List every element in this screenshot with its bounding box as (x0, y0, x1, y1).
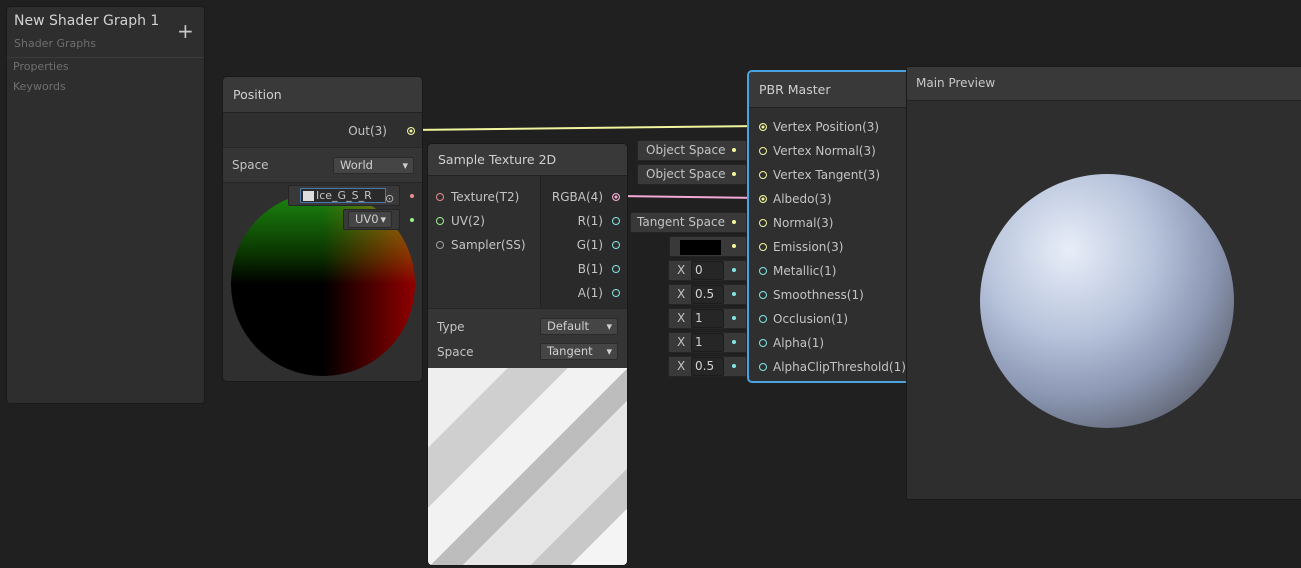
sampler-port[interactable] (436, 241, 444, 249)
normal-port[interactable] (759, 219, 767, 227)
connector-dot (732, 244, 736, 248)
x-label: X (677, 263, 686, 277)
connector-dot (732, 268, 736, 272)
wire-rgba-to-albedo (614, 195, 762, 199)
node-title: Sample Texture 2D (428, 144, 627, 176)
space-label: Space (437, 345, 474, 359)
settings-area: Type Default Space Tangent (428, 308, 627, 368)
input-label: UV(2) (451, 214, 485, 228)
smoothness-field[interactable]: 0.5 (691, 285, 724, 304)
connector-dot (732, 364, 736, 368)
input-label: AlphaClipThreshold(1) (773, 360, 906, 374)
graph-title: New Shader Graph 1 (14, 13, 160, 29)
x-label: X (677, 335, 686, 349)
output-label: RGBA(4) (551, 190, 603, 204)
connector-dot (732, 292, 736, 296)
connector-dot (732, 148, 736, 152)
main-preview-title: Main Preview (907, 67, 1301, 101)
texture-thumbnail-icon (303, 191, 314, 201)
connector-dot (732, 316, 736, 320)
texture-connector-dot (410, 194, 414, 198)
input-label: Sampler(SS) (451, 238, 526, 252)
graph-subtitle: Shader Graphs (14, 37, 96, 50)
metallic-field[interactable]: 0 (691, 261, 724, 280)
connector-dot (732, 172, 736, 176)
texture-port[interactable] (436, 193, 444, 201)
type-dropdown[interactable]: Default (540, 318, 618, 335)
blackboard-panel: New Shader Graph 1 Shader Graphs + Prope… (6, 6, 205, 404)
out-port[interactable] (407, 127, 415, 135)
input-label: Smoothness(1) (773, 288, 864, 302)
uv-connector-dot (410, 218, 414, 222)
space-dropdown[interactable]: Tangent (540, 343, 618, 360)
occlusion-field[interactable]: 1 (691, 309, 724, 328)
main-preview-panel[interactable]: Main Preview (906, 66, 1301, 500)
alpha-field[interactable]: 1 (691, 333, 724, 352)
r-port[interactable] (612, 217, 620, 225)
uv-channel-dropdown[interactable]: UV0 (348, 211, 392, 228)
texture-input-slot: Ice_G_S_R ⊙ (288, 185, 400, 206)
x-label: X (677, 287, 686, 301)
connector-dot (732, 340, 736, 344)
vertex-position-port[interactable] (759, 123, 767, 131)
smoothness-port[interactable] (759, 291, 767, 299)
albedo-port[interactable] (759, 195, 767, 203)
b-port[interactable] (612, 265, 620, 273)
preview-sphere[interactable] (980, 174, 1234, 428)
metallic-port[interactable] (759, 267, 767, 275)
input-label: Vertex Position(3) (773, 120, 880, 134)
g-port[interactable] (612, 241, 620, 249)
input-label: Vertex Tangent(3) (773, 168, 880, 182)
vertex-tangent-space-field[interactable]: Object Space (637, 164, 747, 185)
x-label: X (677, 359, 686, 373)
keywords-section[interactable]: Keywords (13, 80, 66, 93)
vertex-tangent-port[interactable] (759, 171, 767, 179)
rgba-port[interactable] (612, 193, 620, 201)
space-label: Space (232, 158, 269, 172)
properties-section[interactable]: Properties (13, 60, 69, 73)
input-label: Texture(T2) (451, 190, 520, 204)
alpha-clip-field[interactable]: 0.5 (691, 357, 724, 376)
alpha-clip-threshold-port[interactable] (759, 363, 767, 371)
output-label: R(1) (577, 214, 603, 228)
input-label: Metallic(1) (773, 264, 837, 278)
object-picker-icon[interactable]: ⊙ (385, 189, 394, 208)
space-dropdown[interactable]: World (333, 157, 414, 174)
divider (7, 57, 204, 58)
emission-color-swatch[interactable] (680, 240, 721, 255)
node-title: Position (223, 77, 422, 113)
output-label: A(1) (577, 286, 603, 300)
input-label: Vertex Normal(3) (773, 144, 876, 158)
output-label: Out(3) (348, 124, 387, 138)
input-label: Albedo(3) (773, 192, 832, 206)
connector-dot (732, 220, 736, 224)
uv-port[interactable] (436, 217, 444, 225)
pbr-master-node[interactable]: PBR Master Vertex Position(3) Vertex Nor… (747, 70, 917, 383)
add-property-button[interactable]: + (177, 19, 194, 43)
uv-input-slot: UV0 (343, 209, 400, 230)
x-label: X (677, 311, 686, 325)
normal-space-field[interactable]: Tangent Space (630, 212, 747, 233)
sample-texture-2d-node[interactable]: Sample Texture 2D Texture(T2) UV(2) Samp… (427, 143, 628, 566)
type-label: Type (437, 320, 465, 334)
alpha-port[interactable] (759, 339, 767, 347)
texture-preview (428, 368, 627, 565)
input-label: Normal(3) (773, 216, 834, 230)
input-label: Alpha(1) (773, 336, 825, 350)
output-label: G(1) (576, 238, 603, 252)
input-label: Occlusion(1) (773, 312, 849, 326)
emission-port[interactable] (759, 243, 767, 251)
wire-position-to-vertex-position (409, 125, 762, 131)
node-title: PBR Master (749, 72, 915, 108)
input-label: Emission(3) (773, 240, 844, 254)
a-port[interactable] (612, 289, 620, 297)
vertex-normal-space-field[interactable]: Object Space (637, 140, 747, 161)
occlusion-port[interactable] (759, 315, 767, 323)
output-label: B(1) (577, 262, 603, 276)
space-row: Space World (223, 147, 422, 183)
vertex-normal-port[interactable] (759, 147, 767, 155)
